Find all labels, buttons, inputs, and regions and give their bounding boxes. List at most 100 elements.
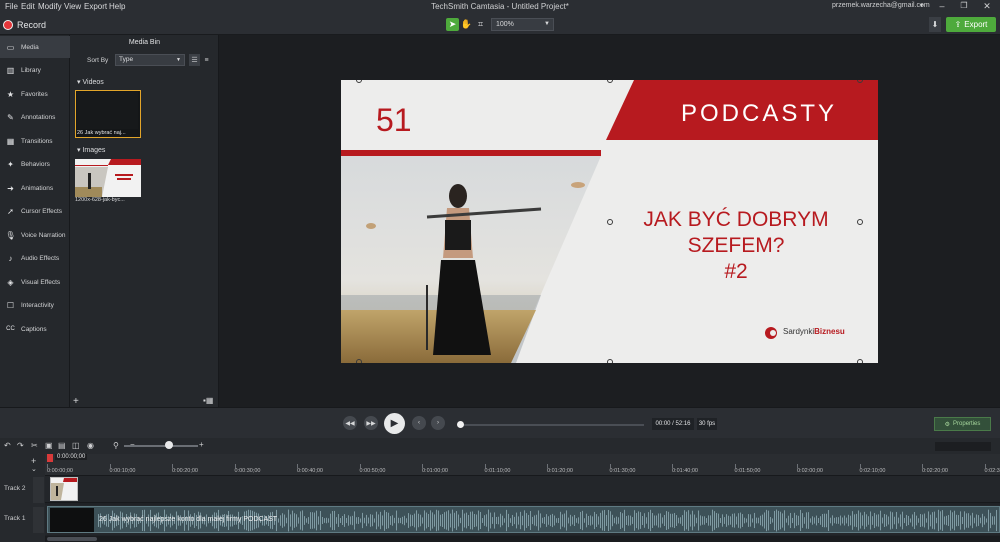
playback-bar: ◀◀ ▶▶ ▶ ‹ › 00:00 / 52:16 30 fps ⚙ Prope…	[0, 407, 1000, 438]
minimize-icon[interactable]: –	[935, 1, 949, 11]
tool-rail-label: Transitions	[21, 137, 53, 145]
timeline-horizontal-scrollbar[interactable]	[45, 536, 1000, 542]
zoom-icon[interactable]: ⚲	[113, 441, 119, 450]
resize-handle[interactable]	[857, 359, 863, 363]
visual-effects-icon: ◈	[7, 277, 14, 287]
user-account[interactable]: przemek.warzecha@gmail.com	[832, 2, 930, 9]
play-button[interactable]: ▶	[384, 413, 405, 434]
interactivity-icon: ☐	[6, 301, 15, 310]
zoom-slider-handle[interactable]	[165, 441, 173, 449]
undo-icon[interactable]: ↶	[4, 441, 11, 450]
split-icon[interactable]: ◫	[72, 441, 80, 450]
ruler-tick-label: 0:02:10;00	[859, 468, 886, 474]
tool-rail-label: Library	[21, 67, 41, 74]
cut-icon[interactable]: ✂	[31, 441, 38, 450]
video-clip[interactable]: 26 Jak wybrać najlepsze konto dla małej …	[47, 506, 1000, 533]
timeline-zoom-slider[interactable]	[124, 445, 198, 447]
tool-rail-item-behaviors[interactable]: ✦ Behaviors	[0, 154, 70, 176]
previous-icon[interactable]: ‹	[412, 416, 426, 430]
ruler-tick-label: 0:02:20;00	[922, 468, 948, 474]
copy-icon[interactable]: ▣	[45, 441, 53, 450]
tool-rail-item-captions[interactable]: CC Captions	[0, 318, 70, 340]
record-button[interactable]: Record	[3, 17, 46, 32]
tool-rail-item-annotations[interactable]: ✎ Annotations	[0, 107, 70, 129]
video-thumbnail	[77, 92, 138, 129]
tool-rail-label: Voice Narration	[21, 231, 66, 239]
frame-back-icon[interactable]: ▶▶	[364, 416, 378, 430]
scrollbar-thumb[interactable]	[47, 537, 97, 541]
collapse-tracks-icon[interactable]: ⌄	[31, 465, 37, 473]
properties-button[interactable]: ⚙ Properties	[934, 417, 991, 431]
images-section[interactable]: ▾ Images	[77, 146, 105, 154]
ruler-tick-label: 0:00:30;00	[234, 468, 261, 474]
menu-view[interactable]: View	[64, 2, 81, 11]
account-dropdown-icon[interactable]: ▾	[920, 2, 923, 9]
snapshot-icon[interactable]: ◉	[87, 441, 94, 450]
pointer-icon[interactable]: ➤	[446, 18, 459, 31]
tool-rail-item-interactivity[interactable]: ☐ Interactivity	[0, 295, 70, 317]
resize-handle[interactable]	[607, 359, 613, 363]
zoom-select[interactable]: 100% ▼	[491, 18, 554, 31]
tool-rail-item-transitions[interactable]: ▦ Transitions	[0, 130, 70, 152]
timeline-scroll-area[interactable]	[935, 442, 991, 451]
track-headers: Track 2 Track 1	[0, 476, 45, 542]
videos-section-label: Videos	[82, 79, 104, 86]
track-2-controls[interactable]	[33, 477, 44, 503]
resize-handle[interactable]	[607, 219, 613, 225]
ruler-tick-label: 0:00:20;00	[172, 468, 198, 474]
close-icon[interactable]: ✕	[980, 1, 994, 12]
redo-icon[interactable]: ↷	[17, 441, 24, 450]
tool-rail-item-audio-effects[interactable]: ♪ Audio Effects	[0, 248, 70, 270]
next-icon[interactable]: ›	[431, 416, 445, 430]
sort-by-label: Sort By	[87, 57, 109, 64]
resize-handle[interactable]	[356, 359, 362, 363]
menu-help[interactable]: Help	[109, 2, 125, 11]
resize-handle[interactable]	[857, 219, 863, 225]
zoom-in-icon[interactable]: +	[199, 440, 204, 449]
tool-rail-item-animations[interactable]: ➜ Animations	[0, 177, 70, 199]
tool-rail-item-media[interactable]: ▭ Media	[0, 36, 70, 58]
ruler-tick-label: 0:02:30	[984, 468, 1000, 474]
menu-modify[interactable]: Modify	[38, 2, 62, 11]
download-icon[interactable]: ⬇	[929, 17, 941, 32]
bin-grid-icon[interactable]: ▪▦	[203, 396, 213, 405]
timeline-ruler[interactable]: 0:00:00;00 0:00:00;00 0:00:10;00 0:00:20;0…	[45, 454, 1000, 476]
sort-select[interactable]: Type ▼	[115, 54, 185, 66]
ruler-tick-label: 0:01:40;00	[672, 468, 698, 474]
tool-rail-item-library[interactable]: ▥ Library	[0, 60, 70, 82]
pan-hand-icon[interactable]: ✋	[460, 18, 473, 31]
menu-bar: File Edit Modify View Export Help TechSm…	[0, 0, 1000, 14]
tool-rail-item-cursor-effects[interactable]: ➚ Cursor Effects	[0, 201, 70, 223]
slide-title: JAK BYĆ DOBRYM SZEFEM? #2	[641, 207, 831, 285]
add-media-icon[interactable]: +	[73, 396, 79, 407]
details-view-icon[interactable]: ≡	[201, 54, 212, 66]
step-back-icon[interactable]: ◀◀	[343, 416, 357, 430]
scrubber-handle[interactable]	[457, 421, 464, 428]
crop-icon[interactable]: ⌗	[474, 18, 487, 31]
timecode: 00:00 / 52:16	[652, 418, 694, 430]
videos-section[interactable]: ▾ Videos	[77, 78, 104, 86]
slide-title-line-3: #2	[724, 260, 748, 283]
menu-export[interactable]: Export	[84, 2, 107, 11]
restore-icon[interactable]: ❐	[957, 1, 971, 10]
video-media-item[interactable]: 26 Jak wybrać naj...	[75, 90, 141, 138]
image-clip[interactable]	[50, 477, 78, 501]
playhead-marker[interactable]	[47, 454, 53, 462]
paste-icon[interactable]: ▤	[58, 441, 66, 450]
menu-edit[interactable]: Edit	[21, 2, 35, 11]
menu-file[interactable]: File	[5, 2, 18, 11]
chevron-down-icon: ▼	[544, 21, 550, 27]
image-media-item[interactable]	[75, 159, 141, 197]
track-1-row[interactable]: 26 Jak wybrać najlepsze konto dla małej …	[45, 505, 1000, 535]
tool-rail-item-visual-effects[interactable]: ◈ Visual Effects	[0, 271, 70, 293]
tool-rail-item-voice-narration[interactable]: 🎙 Voice Narration	[0, 224, 70, 246]
track-1-controls[interactable]	[33, 507, 44, 533]
main-toolbar: Record ➤ ✋ ⌗ 100% ▼ ⬇ ⇪ Export	[0, 14, 1000, 35]
tool-rail-item-favorites[interactable]: ★ Favorites	[0, 83, 70, 105]
track-2-row[interactable]	[45, 476, 1000, 503]
list-view-icon[interactable]: ☰	[189, 54, 200, 66]
image-media-name: 1200x-628-jak-byc...	[75, 197, 125, 203]
preview-slide[interactable]: 51 PODCASTY JAK BYĆ DOBRYM SZEFEM? #2 Sa…	[341, 80, 878, 363]
export-button[interactable]: ⇪ Export	[946, 17, 996, 32]
playback-scrubber[interactable]	[461, 424, 644, 426]
